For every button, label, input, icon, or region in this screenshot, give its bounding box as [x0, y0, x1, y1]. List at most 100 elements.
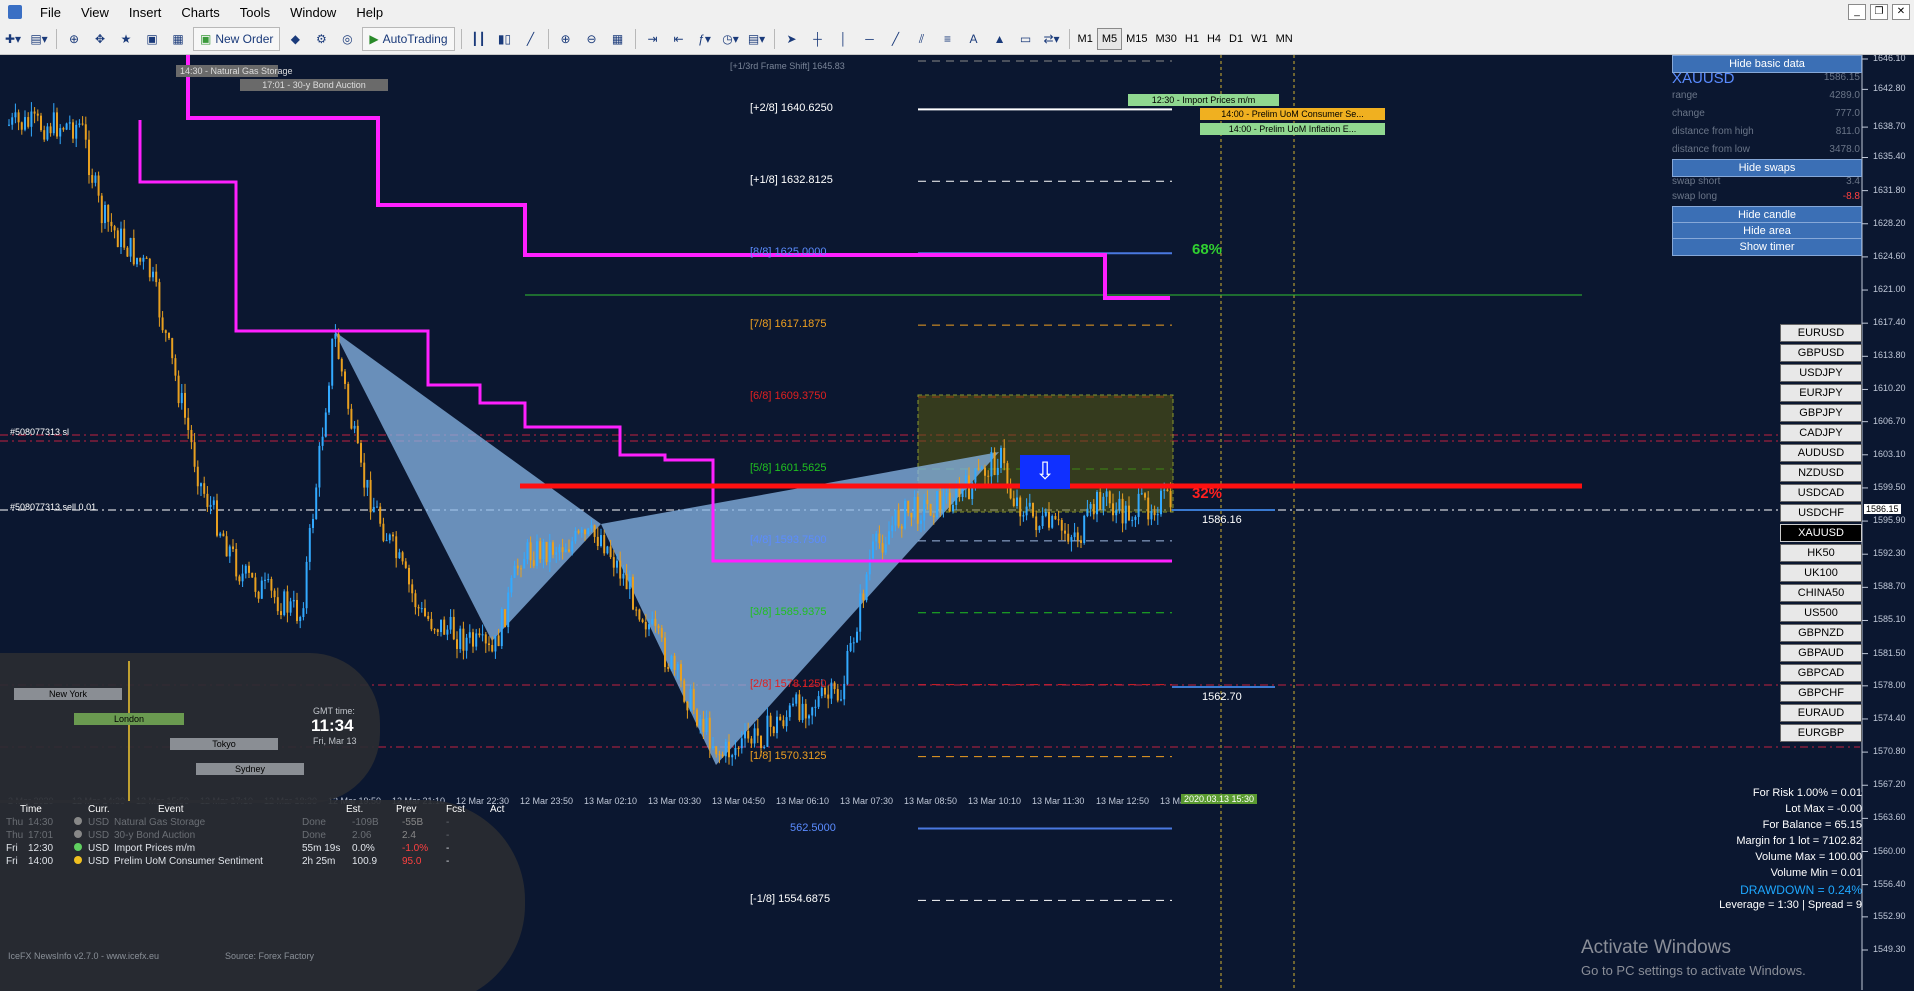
- minimize-icon[interactable]: _: [1848, 4, 1866, 20]
- tf-m1[interactable]: M1: [1074, 29, 1097, 49]
- price-axis-label: 1606.70: [1873, 415, 1906, 426]
- data-window-icon[interactable]: ✥: [89, 28, 111, 50]
- rectangle-icon[interactable]: ▭: [1015, 28, 1037, 50]
- candle-body: [606, 546, 609, 554]
- tester-icon[interactable]: ▦: [167, 28, 189, 50]
- indicators-icon[interactable]: ƒ▾: [694, 28, 716, 50]
- chart-shift-icon[interactable]: ⇤: [668, 28, 690, 50]
- candle-body: [177, 375, 180, 404]
- autotrading-button[interactable]: ▶ AutoTrading: [362, 27, 455, 51]
- tf-m15[interactable]: M15: [1122, 29, 1151, 49]
- price-axis-label: 1563.60: [1873, 812, 1906, 823]
- terminal-icon[interactable]: ▣: [141, 28, 163, 50]
- fibonacci-icon[interactable]: ≡: [937, 28, 959, 50]
- candle-body: [990, 451, 993, 477]
- price-axis-label: 1628.20: [1873, 217, 1906, 228]
- symbol-button-us500[interactable]: US500: [1780, 604, 1862, 622]
- symbol-button-eurgbp[interactable]: EURGBP: [1780, 724, 1862, 742]
- new-order-label: New Order: [215, 32, 274, 46]
- zoom-out-icon[interactable]: ⊖: [581, 28, 603, 50]
- profiles-icon[interactable]: ▤▾: [28, 28, 50, 50]
- candle-body: [862, 593, 865, 601]
- symbol-button-xauusd[interactable]: XAUUSD: [1780, 524, 1862, 542]
- vertical-line-icon[interactable]: │: [833, 28, 855, 50]
- trendline-icon[interactable]: ╱: [885, 28, 907, 50]
- line-chart-icon[interactable]: ╱: [520, 28, 542, 50]
- templates-icon[interactable]: ▤▾: [746, 28, 768, 50]
- symbol-button-gbpaud[interactable]: GBPAUD: [1780, 644, 1862, 662]
- signals-icon[interactable]: ◎: [336, 28, 358, 50]
- symbol-button-gbpnzd[interactable]: GBPNZD: [1780, 624, 1862, 642]
- hide-swaps-button[interactable]: Hide swaps: [1672, 159, 1862, 177]
- options-icon[interactable]: ⚙: [310, 28, 332, 50]
- metaeditor-icon[interactable]: ◆: [284, 28, 306, 50]
- news-cell-est: Done: [302, 830, 326, 841]
- symbol-button-gbpcad[interactable]: GBPCAD: [1780, 664, 1862, 682]
- session-tokyo: Tokyo: [170, 738, 278, 750]
- symbol-button-china50[interactable]: CHINA50: [1780, 584, 1862, 602]
- news-box-uom-inflation: 14:00 - Prelim UoM Inflation E...: [1200, 123, 1385, 135]
- symbol-button-eurjpy[interactable]: EURJPY: [1780, 384, 1862, 402]
- tf-m30[interactable]: M30: [1152, 29, 1181, 49]
- tf-m5[interactable]: M5: [1096, 28, 1123, 50]
- navigator-icon[interactable]: ★: [115, 28, 137, 50]
- menu-tools[interactable]: Tools: [230, 5, 280, 20]
- tf-d1[interactable]: D1: [1225, 29, 1247, 49]
- equidistant-channel-icon[interactable]: ⫽: [911, 28, 933, 50]
- arrows-icon[interactable]: ⇄▾: [1041, 28, 1063, 50]
- symbol-button-nzdusd[interactable]: NZDUSD: [1780, 464, 1862, 482]
- symbol-button-euraud[interactable]: EURAUD: [1780, 704, 1862, 722]
- menu-help[interactable]: Help: [346, 5, 393, 20]
- candle-body: [1054, 516, 1057, 520]
- show-timer-button[interactable]: Show timer: [1672, 238, 1862, 256]
- tf-mn[interactable]: MN: [1272, 29, 1297, 49]
- candle-body: [462, 628, 465, 651]
- cursor-icon[interactable]: ➤: [781, 28, 803, 50]
- symbol-button-cadjpy[interactable]: CADJPY: [1780, 424, 1862, 442]
- candle-body: [321, 436, 324, 446]
- periods-icon[interactable]: ◷▾: [720, 28, 742, 50]
- symbol-button-uk100[interactable]: UK100: [1780, 564, 1862, 582]
- candle-body: [900, 526, 903, 529]
- symbol-button-gbpchf[interactable]: GBPCHF: [1780, 684, 1862, 702]
- candlestick-icon[interactable]: ▮▯: [494, 28, 516, 50]
- impact-dot-icon: [74, 843, 88, 854]
- close-icon[interactable]: ✕: [1892, 4, 1910, 20]
- text-icon[interactable]: A: [963, 28, 985, 50]
- symbol-button-hk50[interactable]: HK50: [1780, 544, 1862, 562]
- menu-window[interactable]: Window: [280, 5, 346, 20]
- symbol-button-usdchf[interactable]: USDCHF: [1780, 504, 1862, 522]
- label-icon[interactable]: ▲: [989, 28, 1011, 50]
- candle-body: [484, 634, 487, 644]
- tf-w1[interactable]: W1: [1247, 29, 1272, 49]
- price-chart[interactable]: [+1/3rd Frame Shift] 1645.83 14:30 - Nat…: [0, 55, 1914, 991]
- symbol-button-gbpusd[interactable]: GBPUSD: [1780, 344, 1862, 362]
- candle-body: [376, 506, 378, 508]
- tf-h4[interactable]: H4: [1203, 29, 1225, 49]
- candle-body: [510, 577, 513, 593]
- crosshair-icon[interactable]: ┼: [807, 28, 829, 50]
- symbol-button-eurusd[interactable]: EURUSD: [1780, 324, 1862, 342]
- new-chart-icon[interactable]: ✚▾: [2, 28, 24, 50]
- candle-body: [622, 573, 625, 579]
- tf-h1[interactable]: H1: [1181, 29, 1203, 49]
- symbol-button-usdjpy[interactable]: USDJPY: [1780, 364, 1862, 382]
- price-axis-label: 1621.00: [1873, 284, 1906, 295]
- menu-file[interactable]: File: [30, 5, 71, 20]
- market-watch-icon[interactable]: ⊕: [63, 28, 85, 50]
- symbol-button-audusd[interactable]: AUDUSD: [1780, 444, 1862, 462]
- bar-chart-icon[interactable]: ┃┃: [468, 28, 490, 50]
- menu-view[interactable]: View: [71, 5, 119, 20]
- news-cell-act: -: [446, 830, 450, 841]
- menu-charts[interactable]: Charts: [171, 5, 229, 20]
- symbol-button-gbpjpy[interactable]: GBPJPY: [1780, 404, 1862, 422]
- symbol-button-usdcad[interactable]: USDCAD: [1780, 484, 1862, 502]
- menu-insert[interactable]: Insert: [119, 5, 172, 20]
- zoom-in-icon[interactable]: ⊕: [555, 28, 577, 50]
- candle-body: [126, 247, 129, 257]
- horizontal-line-icon[interactable]: ─: [859, 28, 881, 50]
- new-order-button[interactable]: ▣ New Order: [193, 27, 281, 51]
- restore-icon[interactable]: ❐: [1870, 4, 1888, 20]
- tile-windows-icon[interactable]: ▦: [607, 28, 629, 50]
- autoscroll-icon[interactable]: ⇥: [642, 28, 664, 50]
